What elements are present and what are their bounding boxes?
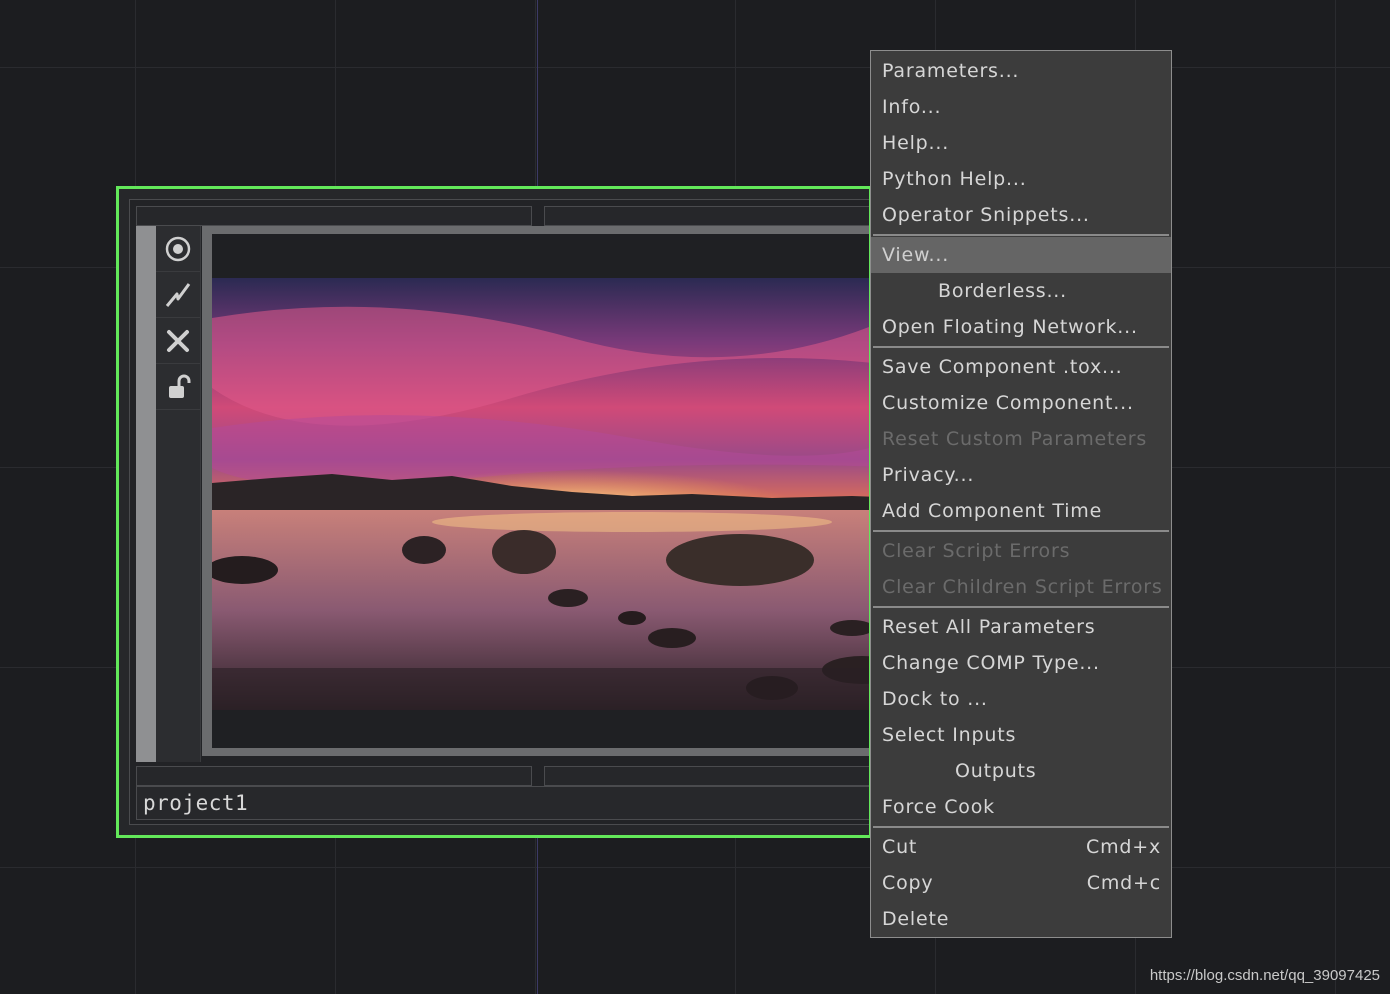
menu-item-label: Customize Component... <box>882 392 1134 414</box>
menu-item-dock-to[interactable]: Dock to ... <box>871 681 1171 717</box>
output-connector-left[interactable] <box>136 766 532 786</box>
menu-item-parameters[interactable]: Parameters... <box>871 53 1171 89</box>
menu-item-shortcut: Cmd+x <box>1086 836 1161 858</box>
menu-item-privacy[interactable]: Privacy... <box>871 457 1171 493</box>
menu-item-label: View... <box>882 244 950 266</box>
input-connector-right[interactable] <box>544 206 869 226</box>
menu-item-delete[interactable]: Delete <box>871 901 1171 937</box>
menu-item-select-inputs[interactable]: Select Inputs <box>871 717 1171 753</box>
lock-icon <box>169 374 191 398</box>
output-connector-right[interactable] <box>544 766 869 786</box>
menu-item-clear-children-script-errors: Clear Children Script Errors <box>871 569 1171 605</box>
menu-separator <box>873 606 1169 608</box>
menu-item-label: Help... <box>882 132 950 154</box>
menu-item-label: Add Component Time <box>882 500 1103 522</box>
node-viewer-frame <box>202 226 869 756</box>
menu-item-change-comp-type[interactable]: Change COMP Type... <box>871 645 1171 681</box>
bypass-icon <box>167 329 189 352</box>
menu-item-label: Parameters... <box>882 60 1020 82</box>
watermark-text: https://blog.csdn.net/qq_39097425 <box>1149 967 1380 984</box>
menu-item-label: Borderless... <box>938 280 1067 302</box>
menu-item-label: Operator Snippets... <box>882 204 1090 226</box>
menu-item-label: Force Cook <box>882 796 995 818</box>
menu-item-save-component-tox[interactable]: Save Component .tox... <box>871 349 1171 385</box>
menu-separator <box>873 826 1169 828</box>
menu-item-label: Clear Script Errors <box>882 540 1071 562</box>
menu-item-reset-all-parameters[interactable]: Reset All Parameters <box>871 609 1171 645</box>
node-name: project1 <box>143 791 249 815</box>
node-name-bar[interactable]: project1 <box>136 786 869 820</box>
menu-item-operator-snippets[interactable]: Operator Snippets... <box>871 197 1171 233</box>
menu-item-label: Select Inputs <box>882 724 1017 746</box>
menu-item-add-component-time[interactable]: Add Component Time <box>871 493 1171 529</box>
menu-separator <box>873 346 1169 348</box>
menu-item-shortcut: Cmd+c <box>1086 872 1161 894</box>
menu-item-label: Reset Custom Parameters <box>882 428 1148 450</box>
menu-item-customize-component[interactable]: Customize Component... <box>871 385 1171 421</box>
menu-item-clear-script-errors: Clear Script Errors <box>871 533 1171 569</box>
context-menu: Parameters... Info... Help... Python Help..… <box>870 50 1172 938</box>
menu-item-force-cook[interactable]: Force Cook <box>871 789 1171 825</box>
viewer-toggle-icon <box>165 236 191 261</box>
menu-item-label: Dock to ... <box>882 688 988 710</box>
input-connector-left[interactable] <box>136 206 532 226</box>
menu-item-python-help[interactable]: Python Help... <box>871 161 1171 197</box>
viewer-toggle-button[interactable] <box>156 226 200 272</box>
menu-item-label: Open Floating Network... <box>882 316 1138 338</box>
cook-icon <box>165 282 191 307</box>
menu-item-label: Change COMP Type... <box>882 652 1100 674</box>
menu-item-label: Privacy... <box>882 464 975 486</box>
menu-item-info[interactable]: Info... <box>871 89 1171 125</box>
menu-item-label: Delete <box>882 908 950 930</box>
node-viewer[interactable] <box>212 234 869 748</box>
menu-item-help[interactable]: Help... <box>871 125 1171 161</box>
menu-item-label: Copy <box>882 872 934 894</box>
menu-item-label: Save Component .tox... <box>882 356 1123 378</box>
menu-item-label: Cut <box>882 836 918 858</box>
menu-item-borderless[interactable]: Borderless... <box>871 273 1171 309</box>
menu-item-cut[interactable]: Cut Cmd+x <box>871 829 1171 865</box>
menu-separator <box>873 234 1169 236</box>
menu-item-copy[interactable]: Copy Cmd+c <box>871 865 1171 901</box>
menu-item-view[interactable]: View... <box>871 237 1171 273</box>
menu-separator <box>873 530 1169 532</box>
menu-item-open-floating-network[interactable]: Open Floating Network... <box>871 309 1171 345</box>
node-body: project1 <box>129 199 869 825</box>
sunset-preview-image <box>212 278 869 710</box>
menu-item-label: Info... <box>882 96 942 118</box>
node-side-strip <box>136 226 156 762</box>
menu-item-label: Outputs <box>955 760 1037 782</box>
menu-item-outputs[interactable]: Outputs <box>871 753 1171 789</box>
component-node[interactable]: project1 <box>116 186 872 838</box>
menu-item-label: Clear Children Script Errors <box>882 576 1163 598</box>
node-toolbar <box>156 226 201 762</box>
lock-button[interactable] <box>156 364 200 410</box>
cook-button[interactable] <box>156 272 200 318</box>
bypass-button[interactable] <box>156 318 200 364</box>
menu-item-label: Reset All Parameters <box>882 616 1096 638</box>
menu-item-reset-custom-parameters: Reset Custom Parameters <box>871 421 1171 457</box>
menu-item-label: Python Help... <box>882 168 1027 190</box>
